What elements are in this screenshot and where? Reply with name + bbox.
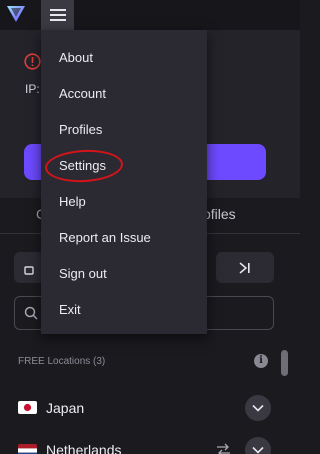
menu-item-report-issue[interactable]: Report an Issue — [59, 230, 151, 245]
location-row-netherlands[interactable]: Netherlands — [0, 430, 281, 454]
expand-button[interactable] — [245, 395, 271, 421]
flag-japan-icon — [18, 401, 37, 414]
menu-item-exit[interactable]: Exit — [59, 302, 81, 317]
hamburger-menu-icon — [49, 9, 66, 21]
chevron-down-icon — [252, 404, 264, 412]
chevron-down-icon — [252, 446, 264, 454]
menu-item-sign-out[interactable]: Sign out — [59, 266, 107, 281]
quick-connect-button[interactable] — [216, 252, 274, 283]
locations-header: FREE Locations (3) — [18, 356, 106, 367]
hamburger-menu-button[interactable] — [41, 0, 74, 30]
location-name: Japan — [46, 400, 85, 416]
vpn-logo-icon — [7, 6, 25, 22]
info-icon[interactable]: i — [254, 354, 268, 368]
location-row-japan[interactable]: Japan — [0, 388, 281, 428]
ip-label: IP: — [25, 82, 40, 96]
alert-circle-icon — [24, 53, 41, 70]
scrollbar-thumb[interactable] — [281, 350, 288, 376]
skip-forward-icon — [239, 261, 250, 274]
main-menu-dropdown: About Account Profiles Settings Help Rep… — [41, 30, 207, 334]
menu-item-account[interactable]: Account — [59, 86, 106, 101]
menu-item-profiles[interactable]: Profiles — [59, 122, 102, 137]
search-icon — [24, 306, 38, 320]
p2p-switch-icon — [217, 443, 230, 454]
tab-profiles[interactable]: ofiles — [203, 206, 236, 222]
title-bar — [0, 0, 300, 30]
flag-netherlands-icon — [18, 444, 37, 454]
quick-action-button[interactable] — [14, 252, 44, 283]
menu-item-settings[interactable]: Settings — [59, 158, 106, 173]
location-name: Netherlands — [46, 442, 122, 454]
lock-icon — [24, 265, 34, 275]
menu-item-help[interactable]: Help — [59, 194, 86, 209]
menu-item-about[interactable]: About — [59, 50, 93, 65]
expand-button[interactable] — [245, 437, 271, 454]
